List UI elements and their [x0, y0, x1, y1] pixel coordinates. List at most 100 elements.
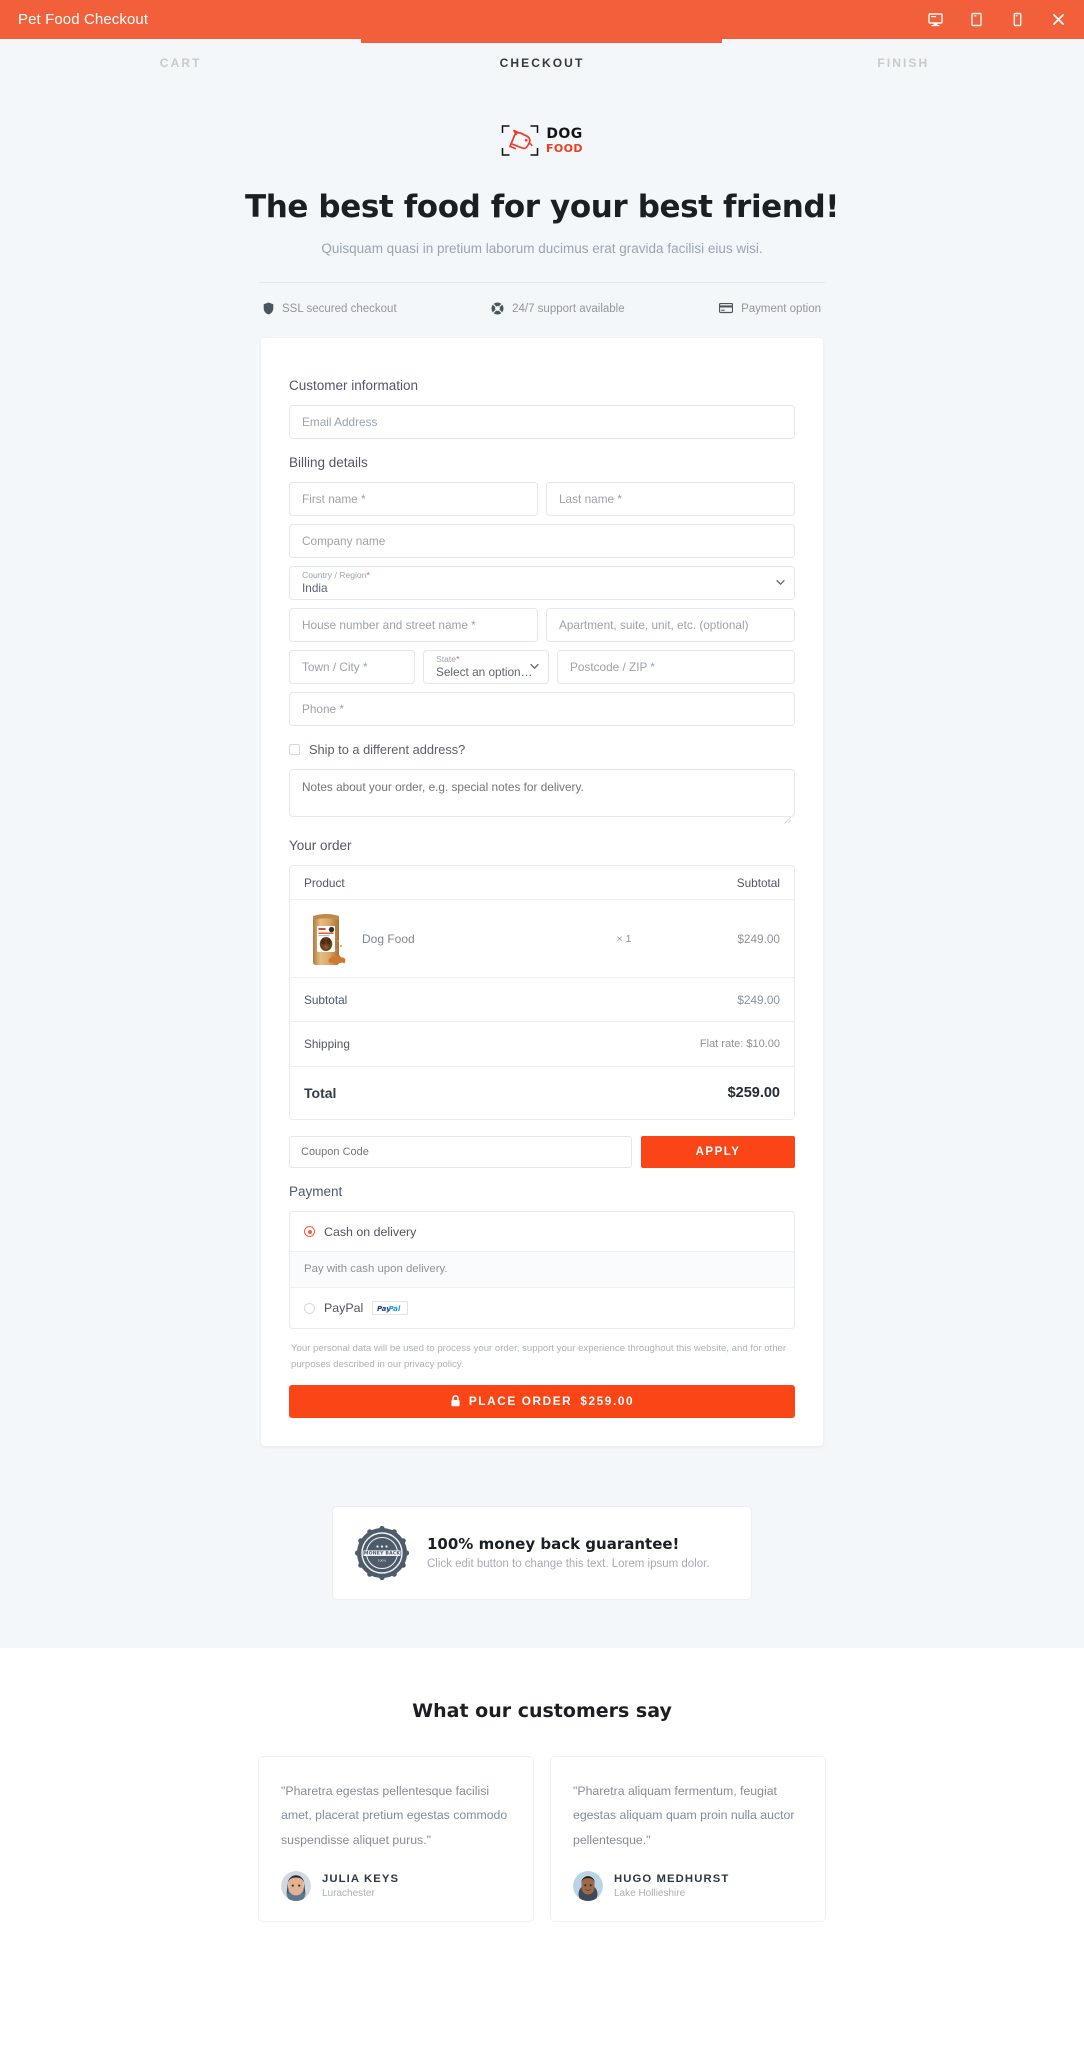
trust-label-support: 24/7 support available	[512, 302, 625, 315]
money-back-badge-text: MONEY BACK	[364, 1550, 401, 1556]
checkout-page: Pet Food Checkout CART CHECKOUT FINISH D…	[0, 0, 1084, 2048]
checkout-steps: CART CHECKOUT FINISH	[0, 39, 1084, 86]
preview-toolbar	[928, 12, 1066, 27]
testimonial-author: JULIA KEYS Lurachester	[281, 1871, 511, 1902]
country-label: Country / Region	[302, 570, 367, 580]
shield-icon	[263, 302, 274, 315]
checkout-card: Customer information Billing details Cou…	[261, 338, 823, 1446]
chevron-down-icon	[776, 578, 785, 587]
window-titlebar: Pet Food Checkout	[0, 0, 1084, 39]
subtotal-value: $249.00	[737, 992, 780, 1007]
dog-logo-icon	[501, 125, 539, 156]
required-asterisk: *	[366, 570, 370, 580]
subtotal-row: Subtotal $249.00	[290, 978, 794, 1022]
avatar	[281, 1871, 311, 1902]
guarantee-area: MONEY BACK 100% 100% money back guarante…	[0, 1505, 1084, 1648]
country-value: India	[302, 581, 328, 595]
guarantee-text-block: 100% money back guarantee! Click edit bu…	[427, 1535, 710, 1570]
testimonial-card: "Pharetra aliquam fermentum, feugiat ege…	[550, 1755, 826, 1923]
svg-text:Pal: Pal	[389, 1305, 401, 1313]
close-icon[interactable]	[1051, 12, 1066, 27]
apply-coupon-button[interactable]: APPLY	[641, 1136, 795, 1168]
product-quantity: × 1	[616, 932, 632, 945]
col-product-header: Product	[304, 875, 345, 890]
page-title: The best food for your best friend!	[245, 189, 839, 225]
first-name-field[interactable]	[289, 482, 538, 516]
testimonial-author-location: Lurachester	[322, 1888, 375, 1900]
last-name-field[interactable]	[546, 482, 795, 516]
mobile-preview-icon[interactable]	[1010, 12, 1025, 27]
guarantee-card: MONEY BACK 100% 100% money back guarante…	[332, 1505, 752, 1600]
customer-information-title: Customer information	[289, 378, 419, 393]
payment-label-paypal: PayPal	[324, 1301, 364, 1315]
testimonial-author-name: JULIA KEYS	[322, 1873, 400, 1886]
window-title: Pet Food Checkout	[18, 11, 149, 28]
payment-title: Payment	[289, 1184, 343, 1199]
trust-label-payment: Payment option	[741, 302, 821, 315]
testimonials-grid: "Pharetra egestas pellentesque facilisi …	[258, 1755, 826, 1923]
phone-row	[289, 692, 795, 726]
svg-text:100%: 100%	[378, 1558, 387, 1562]
street-address-field[interactable]	[289, 608, 538, 642]
total-row: Total $259.00	[290, 1067, 794, 1119]
privacy-notice: Your personal data will be used to proce…	[291, 1343, 787, 1370]
lifebuoy-icon	[491, 302, 504, 315]
city-field[interactable]	[289, 650, 415, 684]
trust-strip-wrapper: SSL secured checkout 24/7 support availa…	[0, 256, 1084, 315]
payment-option-paypal[interactable]: PayPal Pay Pal	[290, 1288, 794, 1328]
country-select[interactable]: Country / Region* India	[289, 566, 795, 600]
apartment-field[interactable]	[546, 608, 795, 642]
step-finish[interactable]: FINISH	[723, 56, 1084, 70]
guarantee-title: 100% money back guarantee!	[427, 1535, 680, 1554]
step-checkout[interactable]: CHECKOUT	[361, 56, 722, 70]
step-cart[interactable]: CART	[0, 56, 361, 70]
city-state-zip-row: State* Select an option…	[289, 650, 795, 684]
product-amount: $249.00	[737, 931, 780, 946]
chevron-down-icon	[530, 662, 539, 671]
state-label: State	[436, 654, 457, 664]
payment-label-cash: Cash on delivery	[324, 1224, 417, 1239]
col-subtotal-header: Subtotal	[736, 875, 780, 890]
testimonial-quote: "Pharetra aliquam fermentum, feugiat ege…	[573, 1783, 795, 1847]
page-subtitle: Quisquam quasi in pretium laborum ducimu…	[321, 241, 763, 256]
ship-different-address-row[interactable]: Ship to a different address?	[289, 742, 795, 757]
radio-paypal[interactable]	[304, 1302, 315, 1314]
tablet-preview-icon[interactable]	[969, 12, 984, 27]
country-row: Country / Region* India	[289, 566, 795, 600]
radio-cash-on-delivery[interactable]	[304, 1226, 315, 1237]
order-notes-wrapper	[289, 769, 795, 824]
testimonial-author-text: HUGO MEDHURST Lake Hollieshire	[614, 1873, 729, 1899]
email-field[interactable]	[289, 405, 795, 439]
state-select[interactable]: State* Select an option…	[423, 650, 549, 684]
desktop-preview-icon[interactable]	[928, 12, 943, 27]
table-row: Dog Food × 1 $249.00	[290, 900, 794, 978]
place-order-button[interactable]: PLACE ORDER $259.00	[289, 1384, 795, 1418]
payment-option-cash-on-delivery[interactable]: Cash on delivery	[290, 1212, 794, 1252]
order-table-header: Product Subtotal	[290, 866, 794, 900]
place-order-label: PLACE ORDER	[468, 1394, 573, 1409]
testimonials-section: What our customers say "Pharetra egestas…	[0, 1647, 1084, 1983]
street-row	[289, 608, 795, 642]
company-row	[289, 524, 795, 558]
ship-different-address-checkbox[interactable]	[289, 744, 300, 755]
trust-label-ssl: SSL secured checkout	[282, 302, 397, 315]
order-notes-field[interactable]	[289, 769, 795, 817]
shipping-label: Shipping	[304, 1037, 350, 1051]
checkout-card-area: Customer information Billing details Cou…	[0, 315, 1084, 1506]
payment-description-cash: Pay with cash upon delivery.	[290, 1252, 794, 1288]
hero-section: DOG FOOD The best food for your best fri…	[0, 86, 1084, 256]
postcode-field[interactable]	[557, 650, 795, 684]
state-value: Select an option…	[436, 665, 533, 679]
logo-text-secondary: FOOD	[546, 142, 583, 155]
brand-logo[interactable]: DOG FOOD	[501, 124, 583, 157]
shipping-value: Flat rate: $10.00	[699, 1038, 780, 1050]
phone-field[interactable]	[289, 692, 795, 726]
company-name-field[interactable]	[289, 524, 795, 558]
lock-icon	[450, 1395, 461, 1407]
coupon-code-input[interactable]	[289, 1136, 632, 1168]
resize-handle-icon[interactable]	[784, 811, 792, 824]
testimonial-author-location: Lake Hollieshire	[614, 1888, 686, 1900]
product-name: Dog Food	[362, 931, 415, 946]
your-order-title: Your order	[289, 838, 352, 853]
testimonial-quote: "Pharetra egestas pellentesque facilisi …	[281, 1783, 508, 1847]
